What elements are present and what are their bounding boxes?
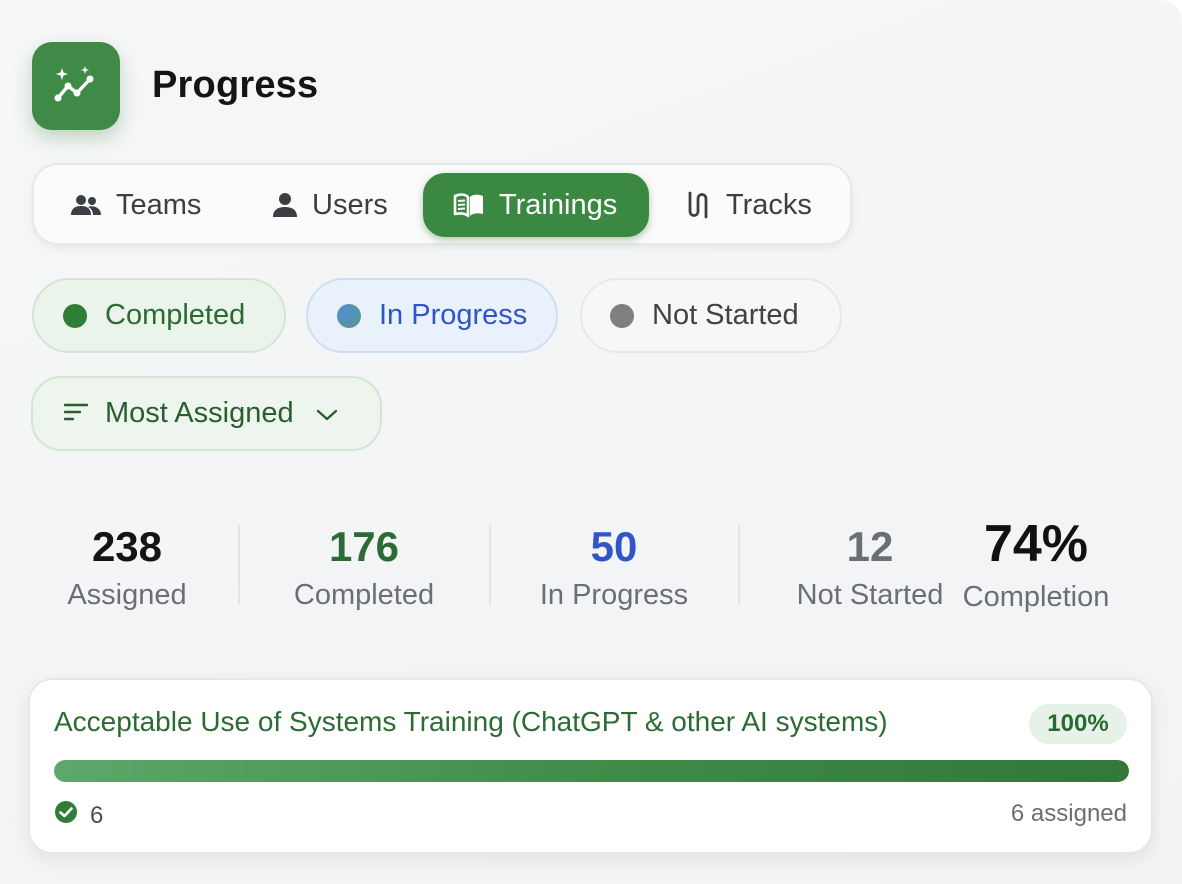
page-title: Progress bbox=[152, 64, 319, 106]
chevron-down-icon bbox=[316, 397, 338, 430]
stat-divider bbox=[238, 525, 240, 605]
filter-in-progress-chip[interactable]: In Progress bbox=[306, 278, 558, 353]
stat-assigned: 238 Assigned bbox=[52, 521, 202, 615]
book-icon bbox=[453, 192, 485, 218]
stat-divider bbox=[738, 525, 740, 605]
sort-lines-icon bbox=[63, 397, 89, 430]
stat-value: 238 bbox=[91, 523, 163, 570]
stat-value: 176 bbox=[328, 523, 400, 570]
tracks-icon bbox=[686, 191, 712, 219]
chip-label: Completed bbox=[105, 299, 246, 331]
stat-label: In Progress bbox=[539, 579, 689, 611]
stat-label: Assigned bbox=[67, 579, 187, 611]
not-started-dot-icon bbox=[610, 303, 634, 328]
teams-icon bbox=[70, 193, 102, 217]
filter-completed-chip[interactable]: Completed bbox=[32, 278, 286, 353]
stat-value: 50 bbox=[590, 523, 638, 570]
chip-label: In Progress bbox=[379, 299, 528, 331]
progress-bar bbox=[54, 760, 1129, 782]
filter-not-started-chip[interactable]: Not Started bbox=[580, 278, 842, 353]
user-icon bbox=[272, 192, 298, 218]
check-circle-icon bbox=[54, 800, 78, 831]
stat-label: Completion bbox=[962, 581, 1110, 613]
stat-value: 74% bbox=[983, 515, 1089, 573]
training-title: Acceptable Use of Systems Training (Chat… bbox=[54, 706, 888, 737]
training-card[interactable]: Acceptable Use of Systems Training (Chat… bbox=[28, 678, 1153, 854]
stat-value: 12 bbox=[846, 523, 894, 570]
tab-label: Teams bbox=[116, 188, 202, 221]
sort-dropdown[interactable]: Most Assigned bbox=[31, 376, 382, 451]
tab-label: Users bbox=[312, 188, 388, 221]
tab-trainings[interactable]: Trainings bbox=[423, 173, 649, 237]
stat-completion: 74% Completion bbox=[950, 513, 1122, 617]
in-progress-dot-icon bbox=[337, 303, 361, 328]
tab-teams[interactable]: Teams bbox=[70, 173, 201, 237]
sort-label: Most Assigned bbox=[105, 397, 294, 429]
stat-completed: 176 Completed bbox=[274, 521, 454, 615]
stat-in-progress: 50 In Progress bbox=[524, 521, 704, 615]
tab-tracks[interactable]: Tracks bbox=[686, 173, 812, 237]
stat-not-started: 12 Not Started bbox=[780, 521, 960, 615]
stat-label: Not Started bbox=[796, 579, 944, 611]
tab-label: Tracks bbox=[726, 188, 812, 221]
progress-panel: Progress Teams Users Trainings Tracks Co… bbox=[0, 0, 1182, 884]
percent-badge: 100% bbox=[1029, 704, 1127, 744]
stat-divider bbox=[489, 525, 491, 605]
assigned-count: 6 assigned bbox=[1010, 800, 1127, 827]
tab-label: Trainings bbox=[499, 188, 618, 221]
stat-label: Completed bbox=[293, 579, 435, 611]
completed-count: 6 bbox=[54, 800, 103, 831]
sparkle-trend-icon bbox=[32, 42, 120, 130]
progress-bar-fill bbox=[54, 760, 1129, 782]
completed-count-value: 6 bbox=[90, 801, 104, 829]
stats-summary: 238 Assigned 176 Completed 50 In Progres… bbox=[0, 495, 1160, 645]
completed-dot-icon bbox=[63, 303, 87, 328]
chip-label: Not Started bbox=[652, 299, 799, 331]
tab-users[interactable]: Users bbox=[272, 173, 388, 237]
view-tabs: Teams Users Trainings Tracks bbox=[32, 163, 852, 245]
